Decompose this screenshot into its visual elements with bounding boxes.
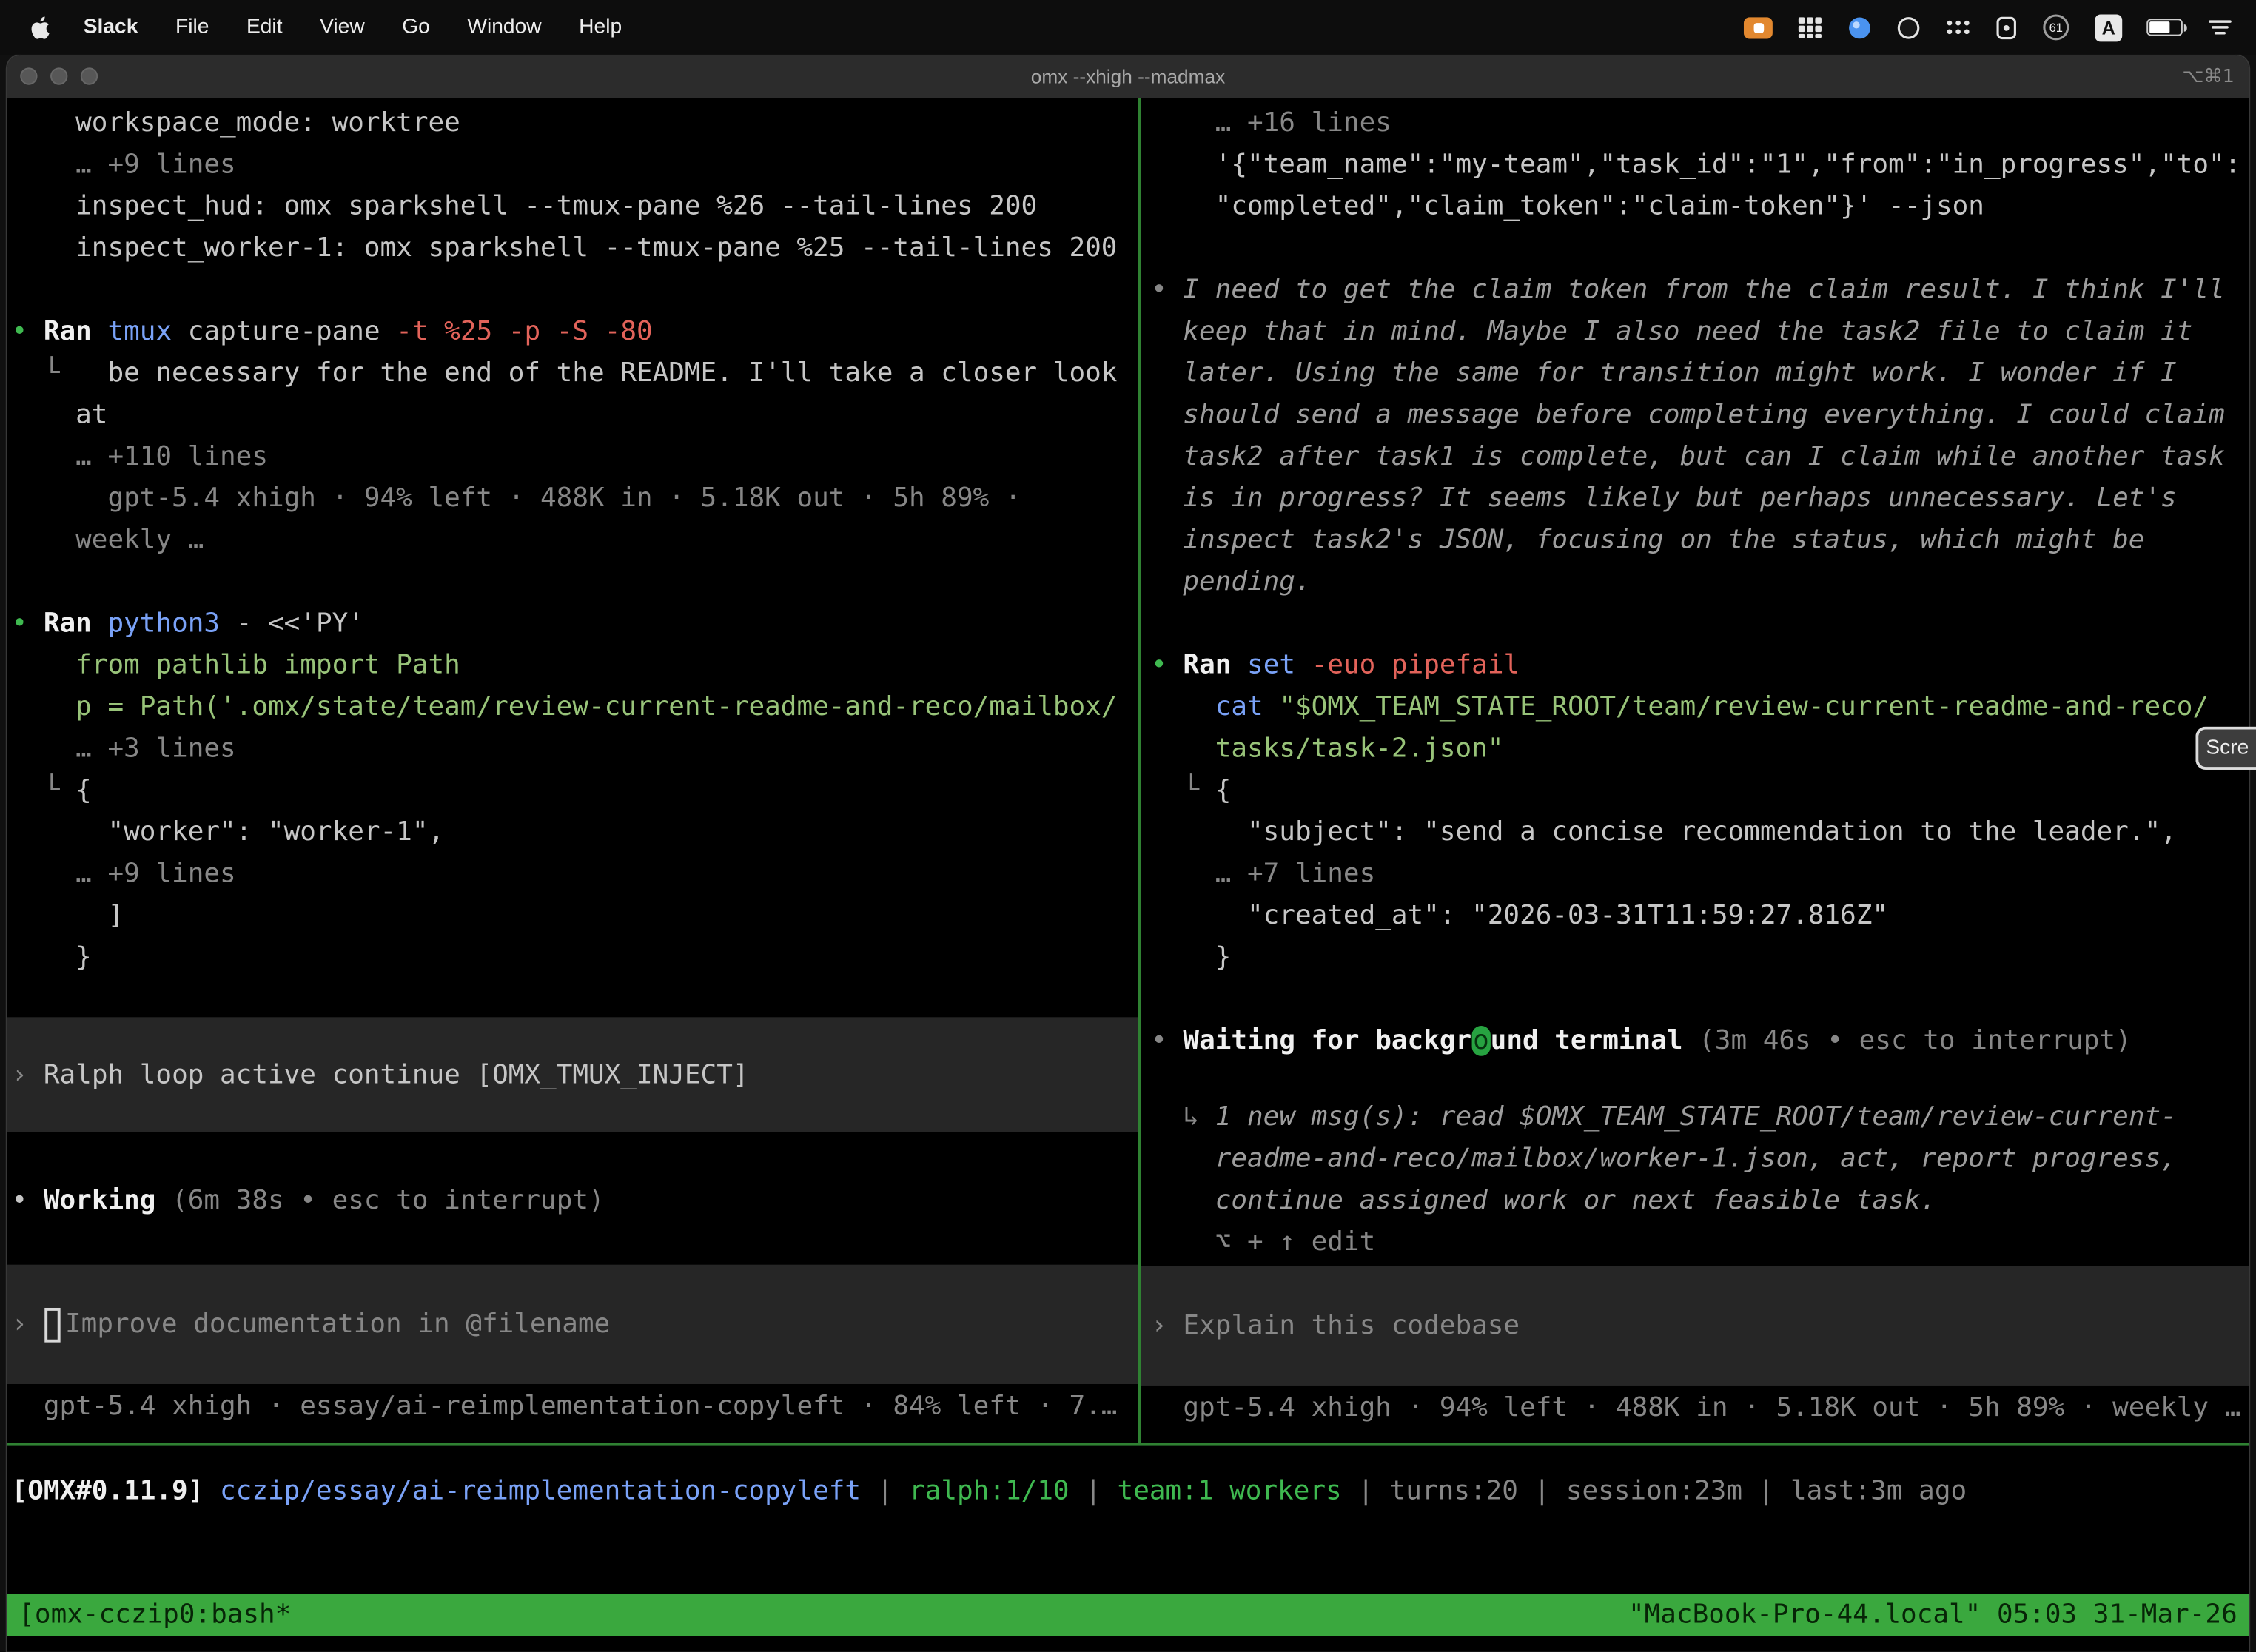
- menu-bar-status: 61 A: [1744, 13, 2256, 41]
- terminal-line: [1151, 227, 2249, 269]
- app-icon-ring[interactable]: [1896, 15, 1921, 39]
- terminal-line: task2 after task1 is complete, but can I…: [1151, 436, 2249, 477]
- app-icon-blue[interactable]: [1847, 15, 1872, 39]
- terminal-line: from pathlib import Path: [12, 645, 1138, 686]
- terminal-line: should send a message before completing …: [1151, 394, 2249, 436]
- terminal-line: workspace_mode: worktree: [12, 102, 1138, 144]
- terminal-line: [1151, 602, 2249, 644]
- terminal-line: pending.: [1151, 561, 2249, 602]
- pane-divider-horizontal[interactable]: [7, 1443, 2249, 1446]
- left-pane[interactable]: workspace_mode: worktree … +9 lines insp…: [7, 98, 1138, 1443]
- tmux-host-clock: "MacBook-Pro-44.local" 05:03 31-Mar-26: [1628, 1600, 2237, 1631]
- terminal-window: omx --xhigh --madmax ⌥⌘1 workspace_mode:…: [7, 55, 2249, 1652]
- input-source-icon[interactable]: A: [2095, 13, 2122, 41]
- terminal-line: '{"team_name":"my-team","task_id":"1","f…: [1151, 144, 2249, 185]
- terminal-band-line[interactable]: › Improve documentation in @filename: [7, 1265, 1138, 1384]
- terminal-line: readme-and-reco/mailbox/worker-1.json, a…: [1151, 1138, 2249, 1180]
- terminal-line: └ be necessary for the end of the README…: [12, 352, 1138, 394]
- minimize-button[interactable]: [50, 67, 67, 84]
- terminal-line: gpt-5.4 xhigh · 94% left · 488K in · 5.1…: [12, 477, 1138, 519]
- terminal-line: later. Using the same for transition mig…: [1151, 352, 2249, 394]
- menu-item-view[interactable]: View: [301, 0, 383, 55]
- terminal-line: keep that in mind. Maybe I also need the…: [1151, 311, 2249, 352]
- terminal-line: … +9 lines: [12, 144, 1138, 185]
- terminal-line: [1151, 978, 2249, 1020]
- terminal-line: • I need to get the claim token from the…: [1151, 269, 2249, 311]
- omx-status-line: [OMX#0.11.9] cczip/essay/ai-reimplementa…: [12, 1471, 1967, 1512]
- terminal-line: "subject": "send a concise recommendatio…: [1151, 811, 2249, 853]
- terminal-line: • Ran tmux capture-pane -t %25 -p -S -80: [12, 311, 1138, 352]
- key-icon[interactable]: [1995, 15, 2017, 39]
- battery-icon[interactable]: [2146, 19, 2183, 36]
- terminal-line: … +9 lines: [12, 853, 1138, 895]
- menu-lines-icon[interactable]: [2207, 17, 2233, 37]
- window-title: omx --xhigh --madmax: [7, 65, 2249, 87]
- terminal-line: }: [1151, 936, 2249, 978]
- terminal-band-line[interactable]: › Explain this codebase: [1141, 1266, 2249, 1386]
- menu-bar-left: Slack File Edit View Go Window Help: [0, 0, 640, 55]
- window-titlebar[interactable]: omx --xhigh --madmax ⌥⌘1: [7, 55, 2249, 98]
- menu-item-help[interactable]: Help: [560, 0, 641, 55]
- apple-menu[interactable]: [20, 14, 64, 40]
- zoom-button[interactable]: [81, 67, 98, 84]
- screen-recording-icon[interactable]: [1744, 16, 1773, 38]
- terminal-line: └ {: [12, 770, 1138, 811]
- terminal-line: … +3 lines: [12, 728, 1138, 770]
- terminal-line: at: [12, 394, 1138, 436]
- menu-item-edit[interactable]: Edit: [228, 0, 301, 55]
- screen: Slack File Edit View Go Window Help: [0, 0, 2256, 1652]
- terminal-line: inspect_hud: omx sparkshell --tmux-pane …: [12, 186, 1138, 227]
- terminal-line: gpt-5.4 xhigh · 94% left · 488K in · 5.1…: [1151, 1387, 2249, 1428]
- window-shortcut-hint: ⌥⌘1: [2182, 65, 2249, 87]
- terminal-line: is in progress? It seems likely but perh…: [1151, 477, 2249, 519]
- terminal-line: • Working (6m 38s • esc to interrupt): [12, 1180, 1138, 1221]
- terminal-line: [12, 561, 1138, 602]
- terminal-line: └ {: [1151, 770, 2249, 811]
- close-button[interactable]: [20, 67, 37, 84]
- terminal-band-line[interactable]: › Ralph loop active continue [OMX_TMUX_I…: [7, 1017, 1138, 1132]
- tmux-status-bar: [omx-cczip0:bash* "MacBook-Pro-44.local"…: [7, 1594, 2249, 1636]
- screenshot-pill[interactable]: Scre: [2196, 727, 2256, 770]
- keyboard-grid-icon[interactable]: [1797, 14, 1823, 40]
- menu-item-go[interactable]: Go: [383, 0, 449, 55]
- apple-icon: [29, 14, 50, 40]
- terminal-line: • Ran python3 - <<'PY': [12, 602, 1138, 644]
- screenshot-pill-label: Scre: [2206, 736, 2249, 759]
- terminal-line: p = Path('.omx/state/team/review-current…: [12, 686, 1138, 728]
- terminal-line: ↳ 1 new msg(s): read $OMX_TEAM_STATE_ROO…: [1151, 1096, 2249, 1138]
- terminal-line: … +110 lines: [12, 436, 1138, 477]
- tmux-session-label: [omx-cczip0:bash*: [19, 1600, 291, 1631]
- terminal-line: }: [12, 936, 1138, 978]
- menu-item-app[interactable]: Slack: [64, 0, 156, 55]
- battery-percent-icon[interactable]: 61: [2041, 13, 2070, 41]
- terminal-line: … +7 lines: [1151, 853, 2249, 895]
- terminal-line: "completed","claim_token":"claim-token"}…: [1151, 186, 2249, 227]
- terminal-content: workspace_mode: worktree … +9 lines insp…: [7, 98, 2249, 1651]
- terminal-line: inspect_worker-1: omx sparkshell --tmux-…: [12, 227, 1138, 269]
- terminal-line: tasks/task-2.json": [1151, 728, 2249, 770]
- svg-text:61: 61: [2049, 21, 2063, 35]
- terminal-line: inspect task2's JSON, focusing on the st…: [1151, 520, 2249, 561]
- terminal-line: … +16 lines: [1151, 102, 2249, 144]
- terminal-line: "created_at": "2026-03-31T11:59:27.816Z": [1151, 895, 2249, 936]
- menu-bar: Slack File Edit View Go Window Help: [0, 0, 2256, 55]
- terminal-line: ]: [12, 895, 1138, 936]
- dots-grid-icon[interactable]: [1945, 17, 1971, 37]
- terminal-line: cat "$OMX_TEAM_STATE_ROOT/team/review-cu…: [1151, 686, 2249, 728]
- terminal-line: "worker": "worker-1",: [12, 811, 1138, 853]
- terminal-line: weekly …: [12, 520, 1138, 561]
- traffic-lights: [7, 67, 98, 84]
- right-pane[interactable]: … +16 lines '{"team_name":"my-team","tas…: [1141, 98, 2249, 1443]
- terminal-line: ⌥ + ↑ edit: [1151, 1221, 2249, 1263]
- terminal-line: gpt-5.4 xhigh · essay/ai-reimplementatio…: [12, 1386, 1138, 1427]
- menu-item-file[interactable]: File: [157, 0, 228, 55]
- terminal-line: [12, 269, 1138, 311]
- terminal-line: • Ran set -euo pipefail: [1151, 645, 2249, 686]
- terminal-line: continue assigned work or next feasible …: [1151, 1180, 2249, 1221]
- terminal-line: • Waiting for background terminal (3m 46…: [1151, 1020, 2249, 1061]
- menu-item-window[interactable]: Window: [449, 0, 560, 55]
